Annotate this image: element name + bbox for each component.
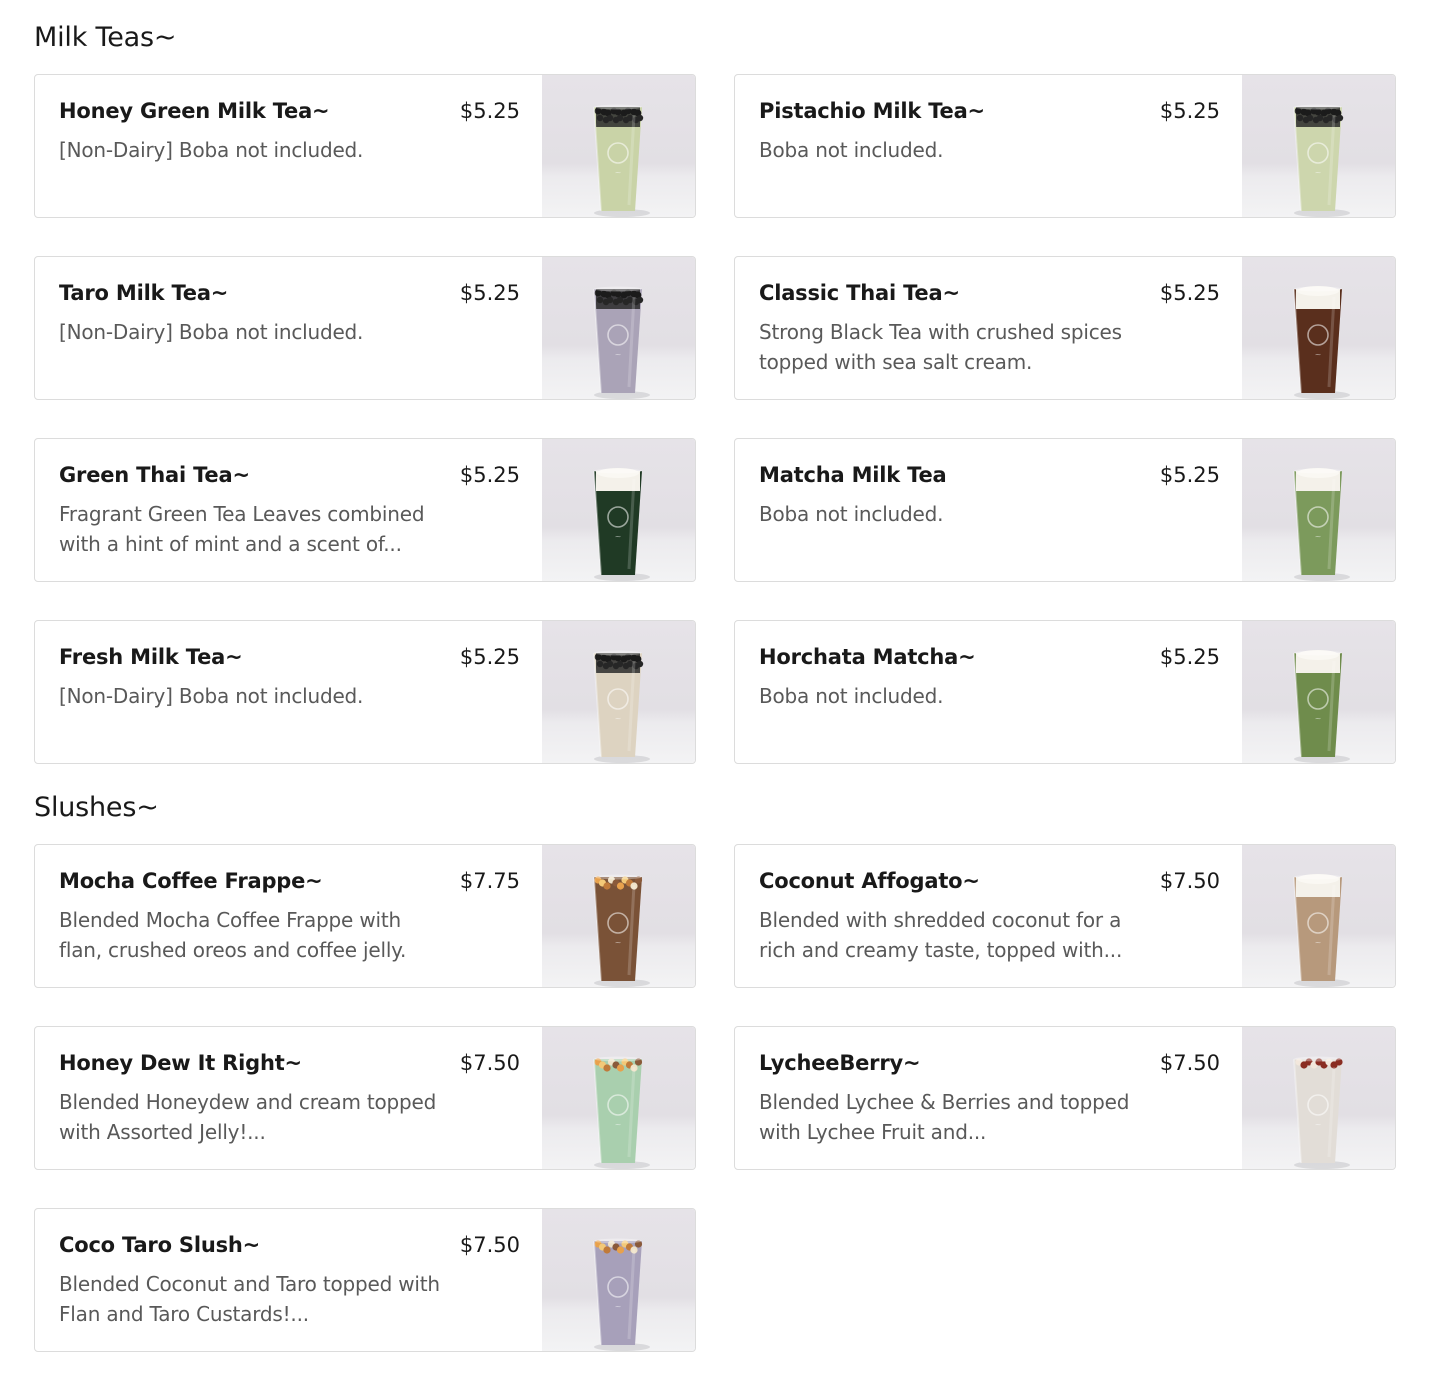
menu-item-description: [Non-Dairy] Boba not included. bbox=[59, 138, 364, 162]
menu-item-name: Green Thai Tea~ bbox=[59, 463, 250, 487]
menu-item-price: $7.50 bbox=[459, 1051, 520, 1075]
menu-item-card-honey-dew-it-right[interactable]: Honey Dew It Right~ $7.50 Blended Honeyd… bbox=[34, 1026, 696, 1170]
svg-text:~: ~ bbox=[1315, 714, 1322, 723]
menu-item-info: Classic Thai Tea~ $5.25 Strong Black Tea… bbox=[735, 257, 1244, 399]
drink-photo: ~ bbox=[542, 1027, 695, 1169]
drink-photo: ~ bbox=[542, 1209, 695, 1351]
svg-text:~: ~ bbox=[615, 1302, 622, 1311]
menu-item-card-matcha-milk-tea[interactable]: Matcha Milk Tea $5.25 Boba not included.… bbox=[734, 438, 1396, 582]
section-title-milk-teas: Milk Teas~ bbox=[34, 22, 177, 53]
menu-item-description: [Non-Dairy] Boba not included. bbox=[59, 684, 364, 708]
menu-item-price: $7.75 bbox=[459, 869, 520, 893]
drink-photo: ~ bbox=[542, 75, 695, 217]
svg-text:~: ~ bbox=[1315, 938, 1322, 947]
menu-item-info: Horchata Matcha~ $5.25 Boba not included… bbox=[735, 621, 1244, 763]
menu-item-info: Matcha Milk Tea $5.25 Boba not included. bbox=[735, 439, 1244, 581]
menu-item-card-coconut-affogato[interactable]: Coconut Affogato~ $7.50 Blended with shr… bbox=[734, 844, 1396, 988]
menu-item-price: $5.25 bbox=[1159, 645, 1220, 669]
menu-item-description: Blended Coconut and Taro topped with Fla… bbox=[59, 1272, 440, 1326]
svg-text:~: ~ bbox=[1315, 1120, 1322, 1129]
menu-item-card-coco-taro-slush[interactable]: Coco Taro Slush~ $7.50 Blended Coconut a… bbox=[34, 1208, 696, 1352]
menu-item-price: $5.25 bbox=[459, 645, 520, 669]
menu-item-info: Taro Milk Tea~ $5.25 [Non-Dairy] Boba no… bbox=[35, 257, 544, 399]
svg-text:~: ~ bbox=[615, 714, 622, 723]
menu-item-description: [Non-Dairy] Boba not included. bbox=[59, 320, 364, 344]
menu-item-name: Coconut Affogato~ bbox=[759, 869, 980, 893]
menu-item-card-honey-green-milk-tea[interactable]: Honey Green Milk Tea~ $5.25 [Non-Dairy] … bbox=[34, 74, 696, 218]
menu-item-card-lycheeberry[interactable]: LycheeBerry~ $7.50 Blended Lychee & Berr… bbox=[734, 1026, 1396, 1170]
menu-item-card-fresh-milk-tea[interactable]: Fresh Milk Tea~ $5.25 [Non-Dairy] Boba n… bbox=[34, 620, 696, 764]
menu-item-price: $7.50 bbox=[459, 1233, 520, 1257]
drink-photo: ~ bbox=[542, 257, 695, 399]
drink-photo: ~ bbox=[1242, 1027, 1395, 1169]
drink-photo: ~ bbox=[542, 621, 695, 763]
menu-item-card-green-thai-tea[interactable]: Green Thai Tea~ $5.25 Fragrant Green Tea… bbox=[34, 438, 696, 582]
menu-item-card-horchata-matcha[interactable]: Horchata Matcha~ $5.25 Boba not included… bbox=[734, 620, 1396, 764]
menu-item-price: $7.50 bbox=[1159, 1051, 1220, 1075]
menu-item-description: Blended with shredded coconut for a rich… bbox=[759, 908, 1123, 962]
menu-item-info: Fresh Milk Tea~ $5.25 [Non-Dairy] Boba n… bbox=[35, 621, 544, 763]
menu-item-info: Coconut Affogato~ $7.50 Blended with shr… bbox=[735, 845, 1244, 987]
menu-item-name: Honey Green Milk Tea~ bbox=[59, 99, 330, 123]
menu-item-price: $5.25 bbox=[459, 99, 520, 123]
svg-text:~: ~ bbox=[615, 532, 622, 541]
svg-text:~: ~ bbox=[1315, 168, 1322, 177]
menu-item-info: Coco Taro Slush~ $7.50 Blended Coconut a… bbox=[35, 1209, 544, 1351]
menu-item-info: Pistachio Milk Tea~ $5.25 Boba not inclu… bbox=[735, 75, 1244, 217]
menu-item-description: Blended Honeydew and cream topped with A… bbox=[59, 1090, 437, 1144]
menu-item-name: Pistachio Milk Tea~ bbox=[759, 99, 985, 123]
drink-photo: ~ bbox=[1242, 845, 1395, 987]
menu-item-card-mocha-coffee-frappe[interactable]: Mocha Coffee Frappe~ $7.75 Blended Mocha… bbox=[34, 844, 696, 988]
menu-item-name: Taro Milk Tea~ bbox=[59, 281, 229, 305]
menu-item-price: $5.25 bbox=[459, 281, 520, 305]
menu-item-description: Boba not included. bbox=[759, 684, 944, 708]
menu-item-description: Blended Mocha Coffee Frappe with flan, c… bbox=[59, 908, 407, 962]
svg-text:~: ~ bbox=[615, 1120, 622, 1129]
drink-photo: ~ bbox=[542, 439, 695, 581]
menu-item-card-classic-thai-tea[interactable]: Classic Thai Tea~ $5.25 Strong Black Tea… bbox=[734, 256, 1396, 400]
drink-photo: ~ bbox=[1242, 439, 1395, 581]
menu-item-price: $7.50 bbox=[1159, 869, 1220, 893]
section-title-slushes: Slushes~ bbox=[34, 792, 159, 823]
menu-item-info: Honey Green Milk Tea~ $5.25 [Non-Dairy] … bbox=[35, 75, 544, 217]
menu-item-name: LycheeBerry~ bbox=[759, 1051, 921, 1075]
drink-photo: ~ bbox=[1242, 75, 1395, 217]
menu-item-price: $5.25 bbox=[459, 463, 520, 487]
drink-photo: ~ bbox=[542, 845, 695, 987]
menu-item-price: $5.25 bbox=[1159, 281, 1220, 305]
menu-item-info: Green Thai Tea~ $5.25 Fragrant Green Tea… bbox=[35, 439, 544, 581]
drink-photo: ~ bbox=[1242, 257, 1395, 399]
svg-text:~: ~ bbox=[1315, 532, 1322, 541]
menu-item-description: Boba not included. bbox=[759, 502, 944, 526]
menu-item-description: Fragrant Green Tea Leaves combined with … bbox=[59, 502, 425, 556]
menu-item-name: Horchata Matcha~ bbox=[759, 645, 976, 669]
menu-item-price: $5.25 bbox=[1159, 463, 1220, 487]
menu-item-card-pistachio-milk-tea[interactable]: Pistachio Milk Tea~ $5.25 Boba not inclu… bbox=[734, 74, 1396, 218]
menu-item-card-taro-milk-tea[interactable]: Taro Milk Tea~ $5.25 [Non-Dairy] Boba no… bbox=[34, 256, 696, 400]
menu-item-name: Classic Thai Tea~ bbox=[759, 281, 960, 305]
drink-photo: ~ bbox=[1242, 621, 1395, 763]
menu-item-name: Fresh Milk Tea~ bbox=[59, 645, 243, 669]
svg-text:~: ~ bbox=[615, 938, 622, 947]
svg-text:~: ~ bbox=[615, 168, 622, 177]
menu-item-info: LycheeBerry~ $7.50 Blended Lychee & Berr… bbox=[735, 1027, 1244, 1169]
menu-item-name: Mocha Coffee Frappe~ bbox=[59, 869, 323, 893]
menu-item-info: Mocha Coffee Frappe~ $7.75 Blended Mocha… bbox=[35, 845, 544, 987]
menu-item-name: Matcha Milk Tea bbox=[759, 463, 947, 487]
menu-item-price: $5.25 bbox=[1159, 99, 1220, 123]
menu-item-description: Boba not included. bbox=[759, 138, 944, 162]
menu-item-info: Honey Dew It Right~ $7.50 Blended Honeyd… bbox=[35, 1027, 544, 1169]
svg-text:~: ~ bbox=[1315, 350, 1322, 359]
svg-text:~: ~ bbox=[615, 350, 622, 359]
menu-item-description: Strong Black Tea with crushed spices top… bbox=[759, 320, 1122, 374]
menu-item-description: Blended Lychee & Berries and topped with… bbox=[759, 1090, 1130, 1144]
menu-item-name: Coco Taro Slush~ bbox=[59, 1233, 261, 1257]
menu-item-name: Honey Dew It Right~ bbox=[59, 1051, 302, 1075]
